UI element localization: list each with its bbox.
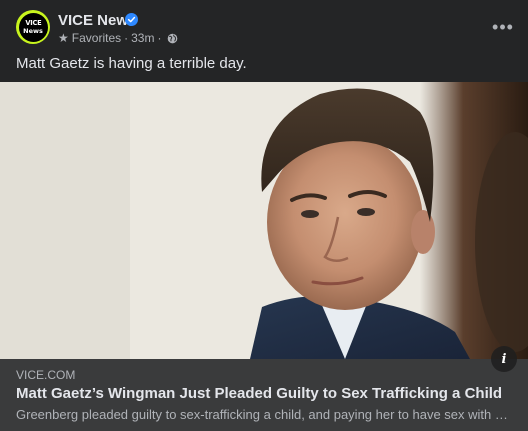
link-preview-image[interactable]	[0, 82, 528, 359]
link-title[interactable]: Matt Gaetz’s Wingman Just Pleaded Guilty…	[16, 385, 502, 402]
meta-separator: ·	[157, 31, 162, 45]
post-meta: ★ Favorites · 33m ·	[58, 31, 178, 45]
logo-text-bottom: News	[23, 26, 43, 35]
post-timestamp[interactable]: 33m	[131, 31, 154, 45]
link-preview-footer[interactable]: VICE.COM Matt Gaetz’s Wingman Just Plead…	[0, 359, 528, 431]
post-header: VICE News VICE News ★ Favorites · 33m · …	[0, 0, 528, 50]
post-card: VICE News VICE News ★ Favorites · 33m · …	[0, 0, 528, 431]
portrait-photo	[0, 82, 528, 359]
meta-separator: ·	[124, 31, 129, 45]
post-text: Matt Gaetz is having a terrible day.	[16, 55, 247, 72]
info-icon[interactable]: i	[491, 346, 517, 372]
logo-text-top: VICE	[25, 18, 41, 27]
link-domain: VICE.COM	[16, 368, 76, 382]
avatar[interactable]: VICE News	[16, 10, 50, 44]
globe-icon[interactable]	[167, 33, 178, 44]
link-description: Greenberg pleaded guilty to sex-traffick…	[16, 407, 512, 422]
vice-news-logo: VICE News	[18, 12, 48, 42]
verified-badge-icon	[125, 13, 138, 26]
star-icon: ★	[58, 31, 69, 45]
favorites-label[interactable]: Favorites	[72, 31, 121, 45]
more-options-icon[interactable]: •••	[490, 14, 516, 40]
